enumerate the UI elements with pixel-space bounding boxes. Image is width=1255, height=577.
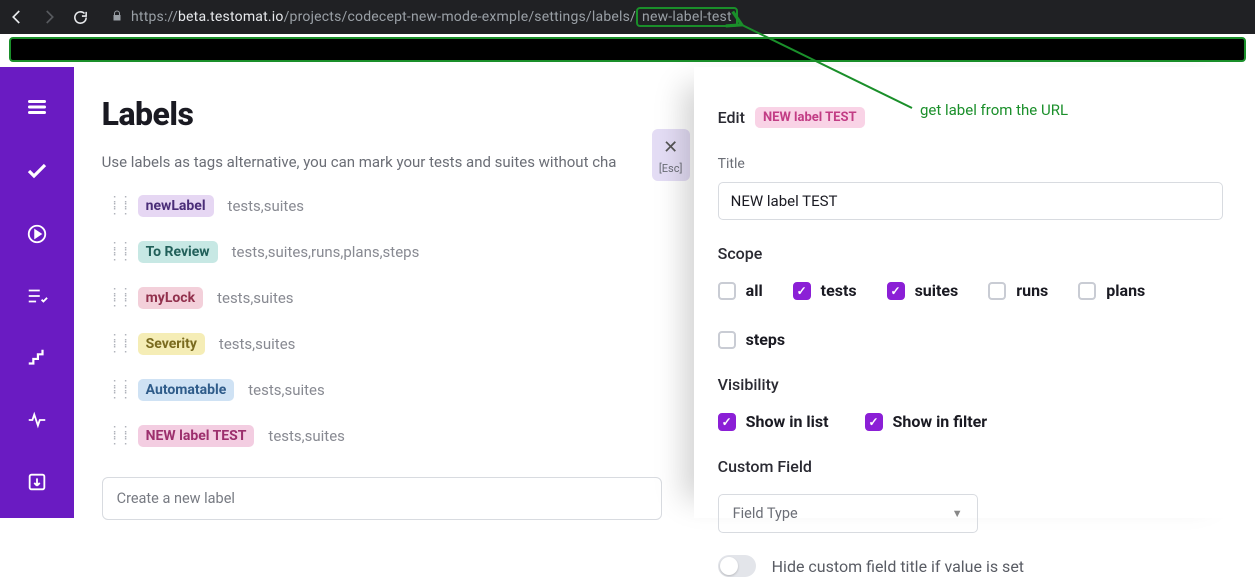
- label-scope: tests,suites: [219, 335, 295, 353]
- label-scope: tests,suites: [248, 381, 324, 399]
- url-domain: beta.testomat.io: [178, 9, 284, 25]
- drag-handle-icon[interactable]: ⋮⋮⋮⋮: [108, 291, 124, 305]
- label-row[interactable]: ⋮⋮⋮⋮ newLabel tests,suites: [108, 195, 662, 217]
- edit-heading: Edit: [718, 108, 745, 127]
- drag-handle-icon[interactable]: ⋮⋮⋮⋮: [108, 337, 124, 351]
- title-field-label: Title: [718, 156, 1223, 172]
- title-input[interactable]: [718, 182, 1223, 220]
- scope-option-all[interactable]: all: [718, 281, 763, 300]
- import-icon[interactable]: [25, 471, 49, 493]
- checkbox[interactable]: [887, 282, 905, 300]
- label-row[interactable]: ⋮⋮⋮⋮ To Review tests,suites,runs,plans,ste…: [108, 241, 662, 263]
- lock-icon: [111, 10, 123, 25]
- checkbox[interactable]: [1078, 282, 1096, 300]
- label-chip[interactable]: To Review: [138, 241, 218, 263]
- checkbox[interactable]: [718, 413, 736, 431]
- label-scope: tests,suites,runs,plans,steps: [232, 243, 420, 261]
- nav-reload-icon[interactable]: [72, 9, 89, 26]
- drag-handle-icon[interactable]: ⋮⋮⋮⋮: [108, 199, 124, 213]
- field-type-select[interactable]: Field Type ▼: [718, 494, 978, 533]
- hide-custom-toggle[interactable]: [718, 555, 756, 577]
- url-path: /projects/codecept-new-mode-exmple/setti…: [284, 9, 636, 25]
- checkbox[interactable]: [865, 413, 883, 431]
- close-icon: ✕: [663, 137, 678, 158]
- steps-icon[interactable]: [25, 347, 49, 369]
- label-chip[interactable]: Automatable: [138, 379, 235, 401]
- scope-option-tests[interactable]: tests: [793, 281, 857, 300]
- main-content: Labels Use labels as tags alternative, y…: [74, 67, 694, 518]
- scope-option-suites[interactable]: suites: [887, 281, 959, 300]
- drag-handle-icon[interactable]: ⋮⋮⋮⋮: [108, 245, 124, 259]
- visibility-option[interactable]: Show in filter: [865, 412, 988, 431]
- scope-option-steps[interactable]: steps: [718, 330, 786, 349]
- scope-option-label: suites: [915, 281, 959, 300]
- checkbox[interactable]: [988, 282, 1006, 300]
- labels-list: ⋮⋮⋮⋮ newLabel tests,suites ⋮⋮⋮⋮ To Review tes…: [102, 195, 662, 447]
- label-scope: tests,suites: [217, 289, 293, 307]
- scope-option-label: runs: [1016, 281, 1048, 300]
- label-chip[interactable]: myLock: [138, 287, 203, 309]
- close-esc-label: [Esc]: [659, 162, 683, 175]
- checkbox[interactable]: [718, 282, 736, 300]
- custom-field-heading: Custom Field: [718, 457, 1223, 476]
- field-type-placeholder: Field Type: [733, 505, 798, 522]
- browser-top-bar: https://beta.testomat.io/projects/codece…: [0, 0, 1255, 34]
- scope-option-plans[interactable]: plans: [1078, 281, 1145, 300]
- check-icon[interactable]: [25, 159, 49, 183]
- sidebar-nav: [0, 67, 74, 518]
- redacted-toolbar: [9, 37, 1246, 62]
- scope-option-label: plans: [1106, 281, 1145, 300]
- address-bar[interactable]: https://beta.testomat.io/projects/codece…: [131, 7, 738, 27]
- pulse-icon[interactable]: [25, 409, 49, 431]
- label-chip[interactable]: Severity: [138, 333, 205, 355]
- label-chip[interactable]: newLabel: [138, 195, 214, 217]
- menu-icon[interactable]: [25, 95, 49, 119]
- list-check-icon[interactable]: [25, 285, 49, 307]
- chart-icon[interactable]: [25, 533, 49, 555]
- drag-handle-icon[interactable]: ⋮⋮⋮⋮: [108, 383, 124, 397]
- nav-back-icon[interactable]: [8, 8, 26, 26]
- close-panel-button[interactable]: ✕ [Esc]: [652, 129, 690, 181]
- label-scope: tests,suites: [268, 427, 344, 445]
- chevron-down-icon: ▼: [952, 507, 963, 520]
- hide-custom-label: Hide custom field title if value is set: [772, 557, 1024, 576]
- nav-forward-icon: [40, 8, 58, 26]
- create-label-input[interactable]: Create a new label: [102, 477, 662, 520]
- checkbox[interactable]: [718, 331, 736, 349]
- url-highlight: new-label-test: [636, 7, 738, 27]
- scope-options: all tests suites runs plans steps: [718, 281, 1223, 349]
- visibility-options: Show in list Show in filter: [718, 412, 1223, 431]
- edit-label-badge: NEW label TEST: [755, 107, 865, 128]
- label-row[interactable]: ⋮⋮⋮⋮ Severity tests,suites: [108, 333, 662, 355]
- play-circle-icon[interactable]: [25, 223, 49, 245]
- checkbox[interactable]: [793, 282, 811, 300]
- visibility-heading: Visibility: [718, 375, 1223, 394]
- page-hint: Use labels as tags alternative, you can …: [102, 153, 662, 171]
- scope-option-label: all: [746, 281, 763, 300]
- page-title: Labels: [102, 95, 662, 133]
- label-row[interactable]: ⋮⋮⋮⋮ NEW label TEST tests,suites: [108, 425, 662, 447]
- edit-panel: Edit NEW label TEST Title Scope all tests…: [694, 67, 1255, 518]
- create-label-placeholder: Create a new label: [117, 490, 235, 507]
- annotation-text: get label from the URL: [920, 101, 1068, 119]
- label-row[interactable]: ⋮⋮⋮⋮ Automatable tests,suites: [108, 379, 662, 401]
- scope-heading: Scope: [718, 244, 1223, 263]
- visibility-option[interactable]: Show in list: [718, 412, 829, 431]
- label-row[interactable]: ⋮⋮⋮⋮ myLock tests,suites: [108, 287, 662, 309]
- scope-option-label: steps: [746, 330, 786, 349]
- label-chip[interactable]: NEW label TEST: [138, 425, 255, 447]
- visibility-option-label: Show in list: [746, 412, 829, 431]
- drag-handle-icon[interactable]: ⋮⋮⋮⋮: [108, 429, 124, 443]
- scope-option-runs[interactable]: runs: [988, 281, 1048, 300]
- visibility-option-label: Show in filter: [893, 412, 988, 431]
- label-scope: tests,suites: [228, 197, 304, 215]
- scope-option-label: tests: [821, 281, 857, 300]
